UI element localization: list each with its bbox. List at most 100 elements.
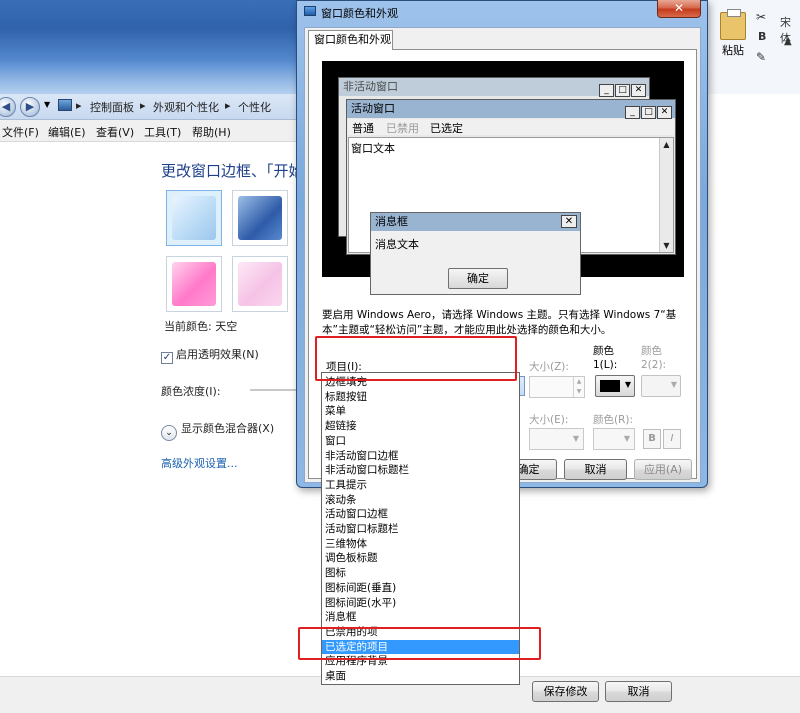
dropdown-option[interactable]: 活动窗口边框 bbox=[322, 507, 519, 522]
chevron-down-icon: ▼ bbox=[624, 380, 631, 389]
menu-edit[interactable]: 编辑(E) bbox=[48, 124, 86, 140]
dropdown-option[interactable]: 桌面 bbox=[322, 669, 519, 684]
dropdown-option[interactable]: 菜单 bbox=[322, 404, 519, 419]
preview-window-text: 窗口文本 bbox=[351, 142, 395, 155]
color1-picker[interactable]: ▼ bbox=[595, 375, 635, 397]
breadcrumb-control-panel[interactable]: 控制面板 bbox=[90, 99, 134, 115]
dropdown-option[interactable]: 图标 bbox=[322, 566, 519, 581]
color2-picker[interactable]: ▼ bbox=[641, 375, 681, 397]
chevron-down-icon[interactable]: ⌄ bbox=[161, 425, 177, 441]
menu-bar: 文件(F) 编辑(E) 查看(V) 工具(T) 帮助(H) bbox=[0, 120, 300, 142]
italic-button[interactable]: I bbox=[663, 429, 681, 449]
bold-button[interactable]: B bbox=[643, 429, 661, 449]
cancel-button[interactable]: 取消 bbox=[605, 681, 672, 702]
dropdown-option[interactable]: 三维物体 bbox=[322, 537, 519, 552]
recent-pages-icon[interactable]: ▼ bbox=[44, 100, 50, 109]
paste-label: 粘贴 bbox=[722, 44, 744, 57]
dialog-icon bbox=[304, 6, 316, 16]
intensity-slider[interactable] bbox=[250, 389, 300, 391]
dropdown-option[interactable]: 标题按钮 bbox=[322, 390, 519, 405]
minimize-icon: _ bbox=[625, 106, 640, 119]
color1-label: 颜色 1(L): bbox=[593, 345, 618, 371]
intensity-label: 颜色浓度(I): bbox=[161, 385, 221, 398]
menu-tools[interactable]: 工具(T) bbox=[144, 124, 181, 140]
menu-help[interactable]: 帮助(H) bbox=[192, 124, 231, 140]
scroll-down-icon: ▼ bbox=[663, 241, 670, 250]
size-e-label: 大小(E): bbox=[529, 414, 569, 426]
ribbon-fragment: 粘贴 ✂ B ✎ 宋体 ▲ bbox=[707, 0, 800, 94]
dialog-title: 窗口颜色和外观 bbox=[321, 7, 398, 20]
page-title: 更改窗口边框、「开始 bbox=[161, 162, 304, 180]
save-changes-button[interactable]: 保存修改 bbox=[532, 681, 599, 702]
tab-window-color[interactable]: 窗口颜色和外观 bbox=[308, 30, 393, 50]
preview-active-title: 活动窗口 bbox=[351, 102, 395, 115]
color-swatch-blush[interactable] bbox=[232, 256, 288, 312]
dialog-apply-button[interactable]: 应用(A) bbox=[634, 459, 692, 480]
close-icon: ✕ bbox=[657, 106, 672, 119]
maximize-icon: □ bbox=[641, 106, 656, 119]
maximize-icon: □ bbox=[615, 84, 630, 97]
cut-icon[interactable]: ✂ bbox=[756, 10, 766, 24]
chevron-down-icon: ▼ bbox=[623, 434, 630, 443]
dropdown-option[interactable]: 活动窗口标题栏 bbox=[322, 522, 519, 537]
close-button[interactable]: ✕ bbox=[657, 0, 701, 18]
address-bar: ◀ ▶ ▼ ▸ 控制面板 ▸ 外观和个性化 ▸ 个性化 bbox=[0, 94, 300, 120]
color-swatch-sky[interactable] bbox=[166, 190, 222, 246]
transparency-checkbox[interactable]: ✓ bbox=[161, 352, 173, 364]
color-r-label: 颜色(R): bbox=[593, 414, 634, 426]
font-color-select[interactable]: ▼ bbox=[593, 428, 635, 450]
close-icon: ✕ bbox=[631, 84, 646, 97]
preview-message-box: 消息框 ✕ 消息文本 确定 bbox=[370, 212, 581, 295]
aero-description: 要启用 Windows Aero，请选择 Windows 主题。只有选择 Win… bbox=[322, 309, 677, 336]
preview-message-title: 消息框 bbox=[375, 215, 408, 228]
appearance-preview[interactable]: 非活动窗口 _ □ ✕ 活动窗口 _ □ ✕ 普通 已禁用 已选定 窗口文本 ▲… bbox=[322, 61, 684, 295]
dropdown-option[interactable]: 调色板标题 bbox=[322, 551, 519, 566]
minimize-icon: _ bbox=[599, 84, 614, 97]
preview-scrollbar: ▲ ▼ bbox=[659, 138, 673, 252]
format-painter-icon[interactable]: ✎ bbox=[756, 50, 766, 64]
back-button[interactable]: ◀ bbox=[0, 97, 16, 117]
dropdown-option[interactable]: 非活动窗口标题栏 bbox=[322, 463, 519, 478]
preview-menu-normal: 普通 bbox=[352, 122, 374, 135]
preview-menu-selected: 已选定 bbox=[430, 122, 463, 135]
annotation-item-box bbox=[315, 336, 517, 381]
dropdown-option[interactable]: 图标间距(水平) bbox=[322, 596, 519, 611]
dropdown-option[interactable]: 非活动窗口边框 bbox=[322, 449, 519, 464]
dialog-cancel-button[interactable]: 取消 bbox=[564, 459, 627, 480]
paste-icon[interactable] bbox=[720, 9, 746, 40]
current-color-label: 当前颜色: 天空 bbox=[164, 320, 238, 333]
chevron-down-icon: ▼ bbox=[670, 380, 677, 389]
dropdown-option[interactable]: 消息框 bbox=[322, 610, 519, 625]
bold-icon[interactable]: B bbox=[758, 30, 766, 43]
chevron-down-icon: ▼ bbox=[572, 434, 579, 443]
control-panel-icon bbox=[58, 99, 72, 111]
preview-menu-disabled: 已禁用 bbox=[386, 122, 419, 135]
preview-message-text: 消息文本 bbox=[375, 238, 419, 251]
menu-view[interactable]: 查看(V) bbox=[96, 124, 134, 140]
menu-file[interactable]: 文件(F) bbox=[2, 124, 39, 140]
color-swatch-fuchsia[interactable] bbox=[166, 256, 222, 312]
breadcrumb-appearance[interactable]: 外观和个性化 bbox=[153, 99, 219, 115]
size-z-spinner[interactable]: ▲ ▼ bbox=[529, 376, 585, 398]
transparency-checkbox-row[interactable]: ✓ 启用透明效果(N) bbox=[161, 346, 259, 364]
dropdown-option[interactable]: 超链接 bbox=[322, 419, 519, 434]
color-mixer-toggle[interactable]: ⌄ 显示颜色混合器(X) bbox=[161, 420, 274, 441]
forward-button[interactable]: ▶ bbox=[20, 97, 40, 117]
color-swatch-twilight[interactable] bbox=[232, 190, 288, 246]
close-icon: ✕ bbox=[561, 215, 577, 228]
dropdown-option[interactable]: 滚动条 bbox=[322, 493, 519, 508]
annotation-selected-item-box bbox=[298, 627, 541, 660]
spinner-arrows-icon[interactable]: ▲ ▼ bbox=[573, 377, 584, 397]
preview-ok-button: 确定 bbox=[448, 268, 508, 289]
advanced-appearance-link[interactable]: 高级外观设置... bbox=[161, 455, 238, 471]
ribbon-arrow-icon[interactable]: ▲ bbox=[784, 36, 792, 47]
color2-label: 颜色 2(2): bbox=[641, 345, 667, 371]
breadcrumb-personalization[interactable]: 个性化 bbox=[238, 99, 271, 115]
color1-swatch bbox=[600, 380, 620, 392]
scroll-up-icon: ▲ bbox=[663, 140, 670, 149]
dropdown-option[interactable]: 图标间距(垂直) bbox=[322, 581, 519, 596]
font-size-select[interactable]: ▼ bbox=[529, 428, 584, 450]
dropdown-option[interactable]: 工具提示 bbox=[322, 478, 519, 493]
dropdown-option[interactable]: 窗口 bbox=[322, 434, 519, 449]
size-z-label: 大小(Z): bbox=[529, 361, 569, 373]
